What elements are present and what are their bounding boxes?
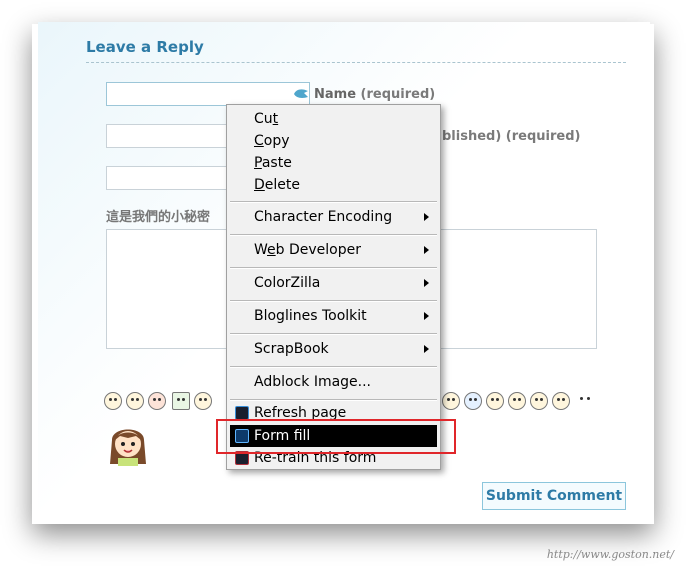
menu-item-colorzilla[interactable]: ColorZilla bbox=[230, 272, 437, 294]
sprout-icon[interactable] bbox=[172, 392, 190, 410]
website-input[interactable] bbox=[106, 166, 246, 190]
reply-title: Leave a Reply bbox=[86, 38, 204, 56]
menu-item-copy[interactable]: Copy bbox=[230, 130, 437, 152]
avatar-icon bbox=[110, 429, 146, 466]
menu-item-cut[interactable]: Cut bbox=[230, 108, 437, 130]
menu-separator bbox=[230, 399, 437, 401]
form-fill-highlight bbox=[216, 419, 456, 454]
submit-comment-button[interactable]: Submit Comment bbox=[482, 482, 626, 510]
tired-icon[interactable] bbox=[552, 392, 570, 410]
menu-separator bbox=[230, 267, 437, 269]
worried-icon[interactable] bbox=[486, 392, 504, 410]
submenu-arrow-icon bbox=[424, 213, 429, 221]
watermark: http://www.goston.net/ bbox=[546, 548, 674, 561]
red-hair-icon[interactable] bbox=[148, 392, 166, 410]
menu-item-web-developer[interactable]: Web Developer bbox=[230, 239, 437, 261]
menu-item-scrapbook[interactable]: ScrapBook bbox=[230, 338, 437, 360]
menu-item-character-encoding[interactable]: Character Encoding bbox=[230, 206, 437, 228]
form-fill-helper-icon[interactable] bbox=[292, 87, 310, 101]
laughing-icon[interactable] bbox=[104, 392, 122, 410]
menu-item-delete[interactable]: Delete bbox=[230, 174, 437, 196]
menu-item-adblock-image[interactable]: Adblock Image... bbox=[230, 371, 437, 393]
email-label: blished) (required) bbox=[442, 129, 581, 144]
menu-separator bbox=[230, 333, 437, 335]
sweat-icon[interactable] bbox=[442, 392, 460, 410]
context-menu: Cut Copy Paste Delete Character Encoding… bbox=[226, 104, 441, 470]
submenu-arrow-icon bbox=[424, 279, 429, 287]
shocked-icon[interactable] bbox=[530, 392, 548, 410]
name-input[interactable] bbox=[106, 82, 310, 106]
menu-separator bbox=[230, 234, 437, 236]
menu-item-bloglines-toolkit[interactable]: Bloglines Toolkit bbox=[230, 305, 437, 327]
submenu-arrow-icon bbox=[424, 345, 429, 353]
menu-separator bbox=[230, 366, 437, 368]
submenu-arrow-icon bbox=[424, 246, 429, 254]
angry-icon[interactable] bbox=[508, 392, 526, 410]
menu-separator bbox=[230, 300, 437, 302]
crying-icon[interactable] bbox=[464, 392, 482, 410]
dizzy-icon[interactable] bbox=[194, 392, 212, 410]
menu-separator bbox=[230, 201, 437, 203]
secret-label: 這是我們的小秘密 bbox=[106, 210, 211, 225]
sleepy-icon[interactable] bbox=[576, 392, 594, 410]
email-input[interactable] bbox=[106, 124, 246, 148]
title-divider bbox=[86, 62, 626, 63]
name-label: Name (required) bbox=[314, 87, 436, 102]
refresh-page-icon bbox=[235, 406, 249, 420]
sad-icon[interactable] bbox=[126, 392, 144, 410]
menu-item-paste[interactable]: Paste bbox=[230, 152, 437, 174]
submenu-arrow-icon bbox=[424, 312, 429, 320]
